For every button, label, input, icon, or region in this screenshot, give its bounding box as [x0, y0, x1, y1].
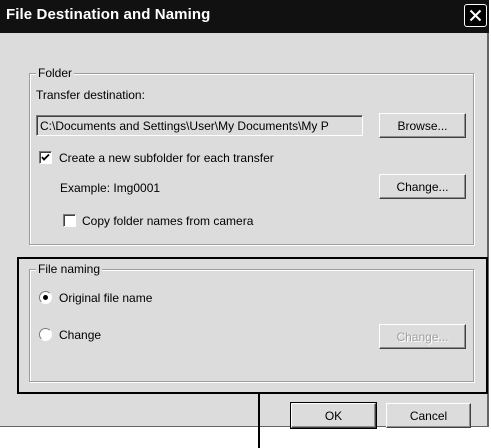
folder-group-legend: Folder [36, 66, 75, 80]
radio-selected-dot [43, 295, 48, 300]
close-icon [469, 9, 482, 22]
original-name-radio[interactable] [39, 291, 52, 304]
browse-button[interactable]: Browse... [379, 113, 466, 138]
original-name-label[interactable]: Original file name [59, 291, 152, 305]
transfer-destination-label: Transfer destination: [36, 88, 145, 102]
close-button[interactable] [464, 4, 487, 27]
dialog-title: File Destination and Naming [6, 6, 211, 23]
title-bar[interactable]: File Destination and Naming [0, 0, 489, 33]
file-naming-group-legend: File naming [36, 262, 103, 276]
naming-change-button: Change... [379, 324, 466, 349]
new-subfolder-checkbox[interactable] [39, 151, 52, 164]
transfer-destination-field[interactable]: C:\Documents and Settings\User\My Docume… [36, 115, 363, 136]
copy-folder-names-checkbox[interactable] [63, 214, 76, 227]
checkmark-icon [41, 153, 50, 161]
change-name-label[interactable]: Change [59, 328, 101, 342]
file-destination-dialog: File Destination and Naming Folder Trans… [0, 0, 489, 429]
callout-pointer-line [258, 394, 260, 448]
cancel-button[interactable]: Cancel [386, 403, 471, 428]
example-text: Example: Img0001 [60, 181, 161, 195]
ok-button[interactable]: OK [290, 402, 377, 429]
new-subfolder-label[interactable]: Create a new subfolder for each transfer [59, 151, 274, 165]
change-name-radio[interactable] [39, 328, 52, 341]
copy-folder-names-label[interactable]: Copy folder names from camera [82, 214, 253, 228]
subfolder-change-button[interactable]: Change... [379, 174, 466, 199]
